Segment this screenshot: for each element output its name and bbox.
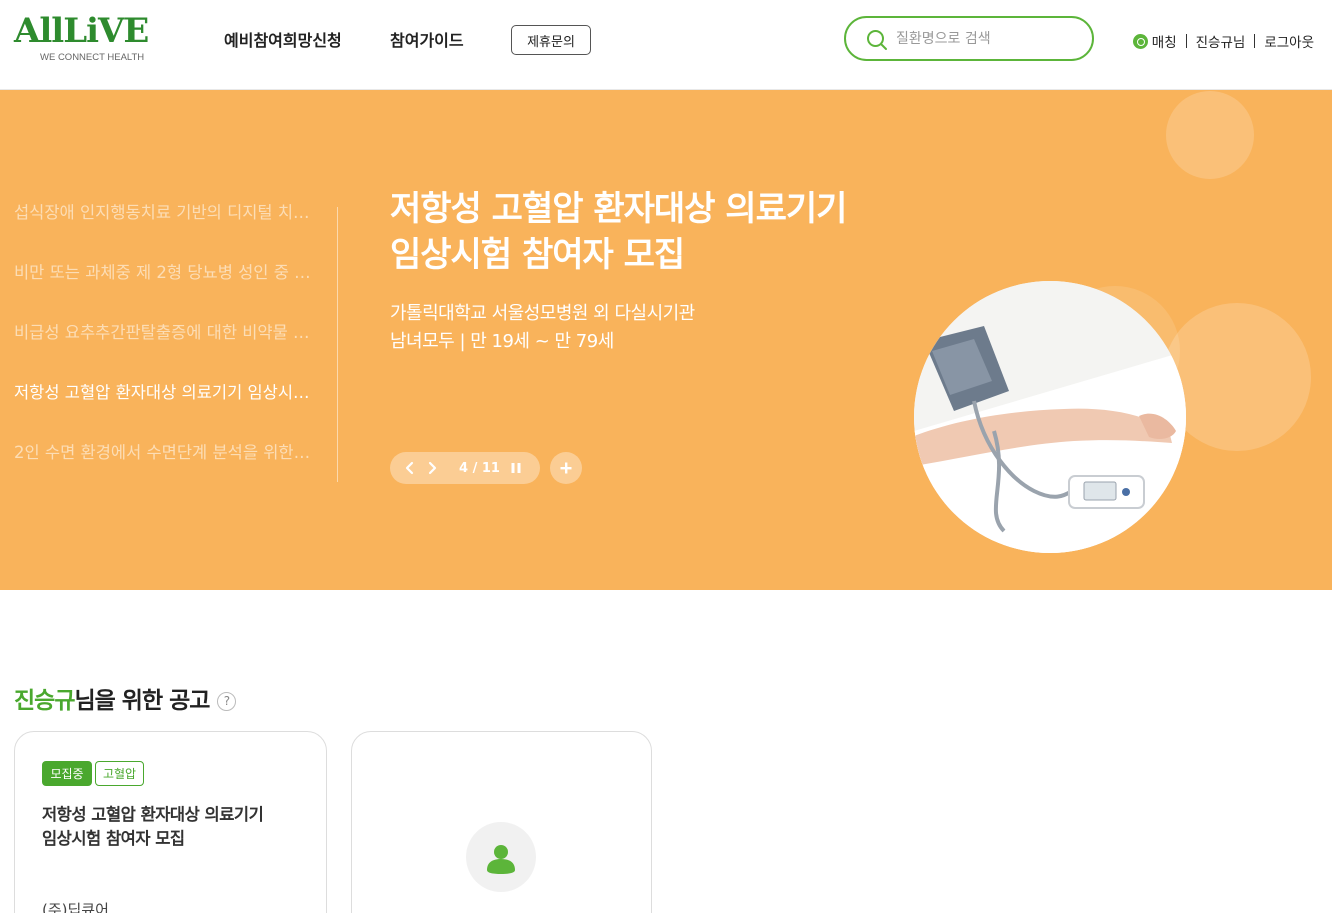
trial-card-title-line1: 저항성 고혈압 환자대상 의료기기: [42, 805, 264, 824]
hero-divider: [337, 207, 338, 482]
user-icon: [487, 845, 515, 874]
hero-banner: 섭식장애 인지행동치료 기반의 디지털 치료기기 비만 또는 과체중 제 2형 …: [0, 90, 1332, 590]
partner-inquiry-button[interactable]: 제휴문의: [511, 25, 591, 55]
nav-guide[interactable]: 참여가이드: [390, 30, 464, 52]
trial-card-company: (주)딥큐어: [42, 901, 109, 913]
search-box[interactable]: [844, 16, 1094, 61]
slider-controls: 4 / 11: [390, 452, 540, 484]
nav-apply[interactable]: 예비참여희망신청: [224, 30, 342, 52]
plus-icon: [560, 462, 572, 474]
chevron-right-icon: [428, 461, 437, 475]
hero-title-line2: 임상시험 참여자 모집: [390, 235, 685, 275]
logo[interactable]: AllLiVE WE CONNECT HEALTH: [14, 12, 176, 64]
next-slide-button[interactable]: [421, 452, 443, 484]
blood-pressure-photo: [914, 281, 1186, 553]
chevron-left-icon: [405, 461, 414, 475]
more-button[interactable]: [550, 452, 582, 484]
hero-slide-list: 섭식장애 인지행동치료 기반의 디지털 치료기기 비만 또는 과체중 제 2형 …: [14, 202, 324, 502]
util-menu: 매칭 진승규님 로그아웃: [1132, 31, 1314, 51]
link-icon: [1132, 33, 1148, 49]
decorative-circle: [1166, 91, 1254, 179]
hero-institution: 가톨릭대학교 서울성모병원 외 다실시기관: [390, 303, 695, 324]
logout-link[interactable]: 로그아웃: [1264, 31, 1314, 51]
profile-card[interactable]: [351, 731, 652, 913]
hero-title[interactable]: 저항성 고혈압 환자대상 의료기기 임상시험 참여자 모집: [390, 186, 930, 278]
pause-button[interactable]: [505, 452, 527, 484]
matching-label: 매칭: [1151, 35, 1177, 51]
trial-card-title: 저항성 고혈압 환자대상 의료기기 임상시험 참여자 모집: [42, 803, 302, 851]
blood-pressure-illustration: [914, 281, 1186, 553]
pause-icon: [511, 463, 521, 473]
recommend-user-name: 진승규: [14, 688, 75, 714]
search-input[interactable]: [896, 28, 1076, 50]
trial-card-title-line2: 임상시험 참여자 모집: [42, 829, 185, 848]
hero-title-line1: 저항성 고혈압 환자대상 의료기기: [390, 189, 847, 229]
hero-slide-item[interactable]: 비만 또는 과체중 제 2형 당뇨병 성인 중 연구: [14, 262, 314, 322]
slide-pager: 4 / 11: [459, 460, 500, 476]
hero-slide-item[interactable]: 비급성 요추추간판탈출증에 대한 비약물 치료: [14, 322, 314, 382]
divider: [1185, 34, 1187, 48]
disease-tag: 고혈압: [95, 761, 144, 786]
logo-wordmark: AllLiVE: [14, 11, 149, 51]
hero-slide-item[interactable]: 2인 수면 환경에서 수면단계 분석을 위한 연구: [14, 442, 314, 502]
logo-tagline: WE CONNECT HEALTH: [40, 52, 145, 63]
help-icon[interactable]: ?: [217, 691, 237, 711]
matching-link[interactable]: 매칭: [1132, 31, 1177, 51]
status-badge: 모집중: [42, 761, 92, 786]
trial-card[interactable]: 모집중 고혈압 저항성 고혈압 환자대상 의료기기 임상시험 참여자 모집 (주…: [14, 731, 327, 913]
hero-slide-item-active[interactable]: 저항성 고혈압 환자대상 의료기기 임상시험 참여자 모집: [14, 382, 314, 442]
hero-slide-item[interactable]: 섭식장애 인지행동치료 기반의 디지털 치료기기: [14, 202, 314, 262]
recommend-heading: 진승규 님을 위한 공고 ?: [14, 686, 237, 716]
hero-eligibility: 남녀모두 | 만 19세 ~ 만 79세: [390, 331, 614, 352]
search-icon[interactable]: [866, 29, 888, 51]
avatar: [466, 822, 536, 892]
divider: [1254, 34, 1256, 48]
site-header: AllLiVE WE CONNECT HEALTH 예비참여희망신청 참여가이드…: [0, 0, 1332, 90]
recommend-heading-text: 님을 위한 공고: [74, 688, 210, 714]
user-profile-link[interactable]: 진승규님: [1196, 31, 1246, 51]
prev-slide-button[interactable]: [399, 452, 421, 484]
